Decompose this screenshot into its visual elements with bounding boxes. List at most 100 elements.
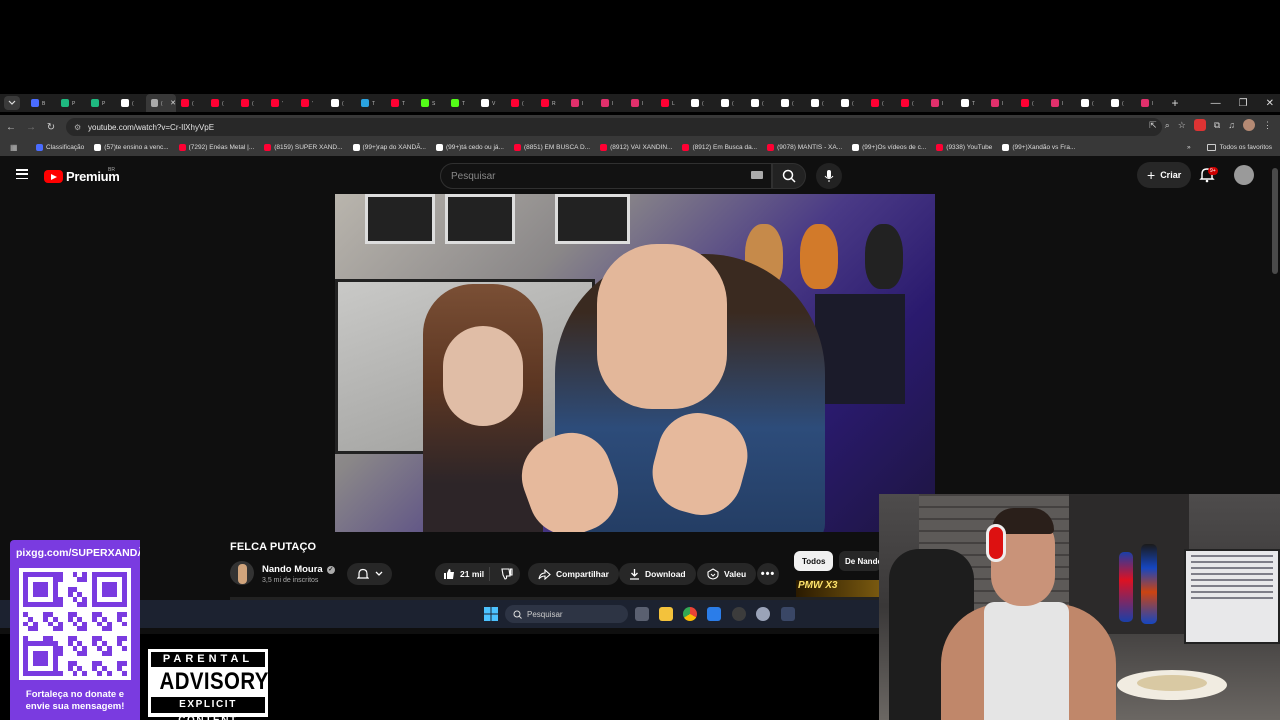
browser-tab[interactable]: ( — [746, 94, 776, 112]
browser-tab[interactable]: I — [626, 94, 656, 112]
voice-search-button[interactable] — [816, 163, 842, 189]
chrome-icon[interactable] — [683, 607, 697, 621]
video-player[interactable] — [335, 194, 935, 532]
steam-icon[interactable] — [781, 607, 795, 621]
app-icon[interactable] — [707, 607, 721, 621]
bookmark-item[interactable]: (57)te ensino a venc... — [94, 144, 169, 151]
browser-tab[interactable]: ( — [206, 94, 236, 112]
browser-tab[interactable]: I — [596, 94, 626, 112]
search-button[interactable] — [772, 163, 806, 189]
forward-button[interactable]: → — [22, 122, 40, 133]
bookmark-item[interactable]: (99+)Os vídeos de c... — [852, 144, 926, 151]
windows-start-icon[interactable] — [484, 607, 498, 621]
bookmark-item[interactable]: Classificação — [36, 144, 84, 151]
browser-tab[interactable]: T — [446, 94, 476, 112]
browser-tab[interactable]: ( — [806, 94, 836, 112]
bookmark-item[interactable]: (99+)tá cedo ou já... — [435, 144, 504, 151]
apps-grid-icon[interactable]: ▦ — [10, 143, 20, 152]
browser-tab[interactable]: ( — [896, 94, 926, 112]
bookmark-item[interactable]: (99+)Xandão vs Fra... — [1002, 144, 1075, 151]
browser-tab[interactable]: I — [1136, 94, 1166, 112]
browser-tab[interactable]: T — [356, 94, 386, 112]
browser-tab[interactable]: T — [386, 94, 416, 112]
profile-avatar[interactable] — [1243, 119, 1255, 131]
browser-tab[interactable]: I — [926, 94, 956, 112]
zoom-icon[interactable]: ⌕ — [1165, 120, 1170, 131]
browser-tab[interactable]: B — [26, 94, 56, 112]
back-button[interactable]: ← — [2, 122, 20, 133]
task-view-icon[interactable] — [635, 607, 649, 621]
settings-icon[interactable] — [756, 607, 770, 621]
browser-tab[interactable]: ( — [1106, 94, 1136, 112]
media-control-icon[interactable]: ♫ — [1228, 120, 1235, 130]
file-explorer-icon[interactable] — [659, 607, 673, 621]
browser-tab[interactable]: ' — [266, 94, 296, 112]
user-avatar[interactable] — [1234, 165, 1254, 185]
bookmark-item[interactable]: (9078) MANTIS - XA... — [767, 144, 842, 151]
browser-tab[interactable]: ( — [236, 94, 266, 112]
bookmark-item[interactable]: (8912) VAI XANDIN... — [600, 144, 672, 151]
dislike-button[interactable] — [495, 568, 520, 580]
browser-tab[interactable]: I — [986, 94, 1016, 112]
minimize-button[interactable]: — — [1211, 98, 1221, 109]
restore-button[interactable]: ❐ — [1239, 98, 1248, 109]
browser-tab[interactable]: T — [956, 94, 986, 112]
browser-tab[interactable]: R — [536, 94, 566, 112]
browser-tab[interactable]: ' — [296, 94, 326, 112]
site-info-icon[interactable]: ⚙ — [74, 123, 83, 132]
browser-tab[interactable]: ( — [836, 94, 866, 112]
browser-tab[interactable]: I — [566, 94, 596, 112]
install-app-icon[interactable]: ⇱ — [1149, 120, 1157, 131]
taskbar-search-input[interactable]: Pesquisar — [505, 605, 628, 623]
close-window-button[interactable]: ✕ — [1266, 98, 1274, 109]
bookmark-item[interactable]: (99+)rap do XANDÃ... — [352, 144, 426, 151]
browser-tab[interactable]: I — [1046, 94, 1076, 112]
all-bookmarks-button[interactable]: Todos os favoritos — [1206, 144, 1272, 151]
browser-tab[interactable]: ( — [176, 94, 206, 112]
browser-tab[interactable]: ( — [326, 94, 356, 112]
browser-menu-icon[interactable]: ⋮ — [1263, 120, 1272, 131]
extensions-puzzle-icon[interactable]: ⧉ — [1214, 120, 1220, 131]
download-button[interactable]: Download — [619, 563, 696, 585]
browser-tab[interactable]: P — [86, 94, 116, 112]
thanks-button[interactable]: Valeu — [697, 563, 757, 585]
channel-name-link[interactable]: Nando Moura ✓ — [262, 564, 335, 575]
like-button[interactable]: 21 mil — [435, 567, 490, 581]
app-icon[interactable] — [732, 607, 746, 621]
subscription-bell-button[interactable] — [347, 563, 392, 585]
bookmark-star-icon[interactable]: ☆ — [1178, 120, 1186, 131]
browser-tab[interactable]: ( — [506, 94, 536, 112]
reload-button[interactable]: ↻ — [42, 122, 60, 133]
chip-todos[interactable]: Todos — [794, 551, 834, 571]
browser-tab[interactable]: P — [56, 94, 86, 112]
browser-tab[interactable]: L — [656, 94, 686, 112]
browser-tab[interactable]: ( — [716, 94, 746, 112]
youtube-search-input[interactable]: Pesquisar — [440, 163, 772, 189]
browser-tab[interactable]: ( — [686, 94, 716, 112]
browser-tab[interactable]: ( — [866, 94, 896, 112]
hamburger-menu-icon[interactable] — [16, 169, 28, 179]
url-field[interactable]: ⚙ youtube.com/watch?v=Cr-IlXhyVpE — [66, 118, 1162, 136]
bookmark-item[interactable]: (9338) YouTube — [936, 144, 992, 151]
browser-tab[interactable]: (✕ — [146, 94, 176, 112]
chip-channel[interactable]: De Nando — [839, 551, 881, 571]
more-actions-button[interactable]: ••• — [757, 563, 779, 585]
browser-tab[interactable]: S — [416, 94, 446, 112]
browser-tab[interactable]: ( — [1076, 94, 1106, 112]
browser-tab[interactable]: ( — [776, 94, 806, 112]
extension-icon[interactable] — [1193, 119, 1206, 131]
bookmarks-more-button[interactable]: » — [1187, 144, 1191, 151]
channel-avatar[interactable] — [230, 561, 254, 585]
page-scrollbar[interactable] — [1272, 168, 1278, 274]
browser-tab[interactable]: V — [476, 94, 506, 112]
keyboard-icon[interactable] — [751, 171, 763, 179]
bookmark-item[interactable]: (8912) Em Busca da... — [682, 144, 757, 151]
new-tab-button[interactable]: + — [1166, 96, 1184, 110]
bookmark-item[interactable]: (8851) EM BUSCA D... — [513, 144, 590, 151]
share-button[interactable]: Compartilhar — [528, 563, 619, 585]
bookmark-item[interactable]: (8159) SUPER XAND... — [264, 144, 343, 151]
create-button[interactable]: + Criar — [1137, 162, 1192, 188]
tab-search-button[interactable] — [4, 96, 20, 110]
browser-tab[interactable]: ( — [1016, 94, 1046, 112]
browser-tab[interactable]: ( — [116, 94, 146, 112]
